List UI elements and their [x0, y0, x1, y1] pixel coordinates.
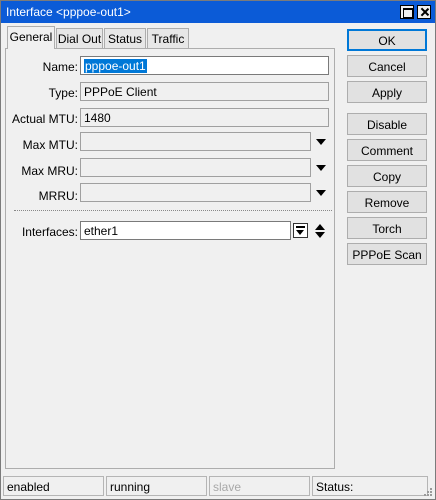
window-title: Interface <pppoe-out1> — [6, 5, 131, 19]
comment-button-label: Comment — [360, 144, 413, 158]
interfaces-add-remove[interactable] — [315, 223, 325, 239]
max-mtu-label: Max MTU: — [22, 138, 78, 152]
interfaces-value: ether1 — [84, 224, 119, 238]
status-running: running — [106, 476, 207, 496]
max-mru-label: Max MRU: — [21, 164, 78, 178]
mrru-dropdown-icon[interactable] — [316, 190, 326, 196]
tab-traffic-label: Traffic — [151, 32, 185, 46]
name-value: pppoe-out1 — [84, 59, 147, 73]
comment-button[interactable]: Comment — [347, 139, 427, 161]
actual-mtu-label: Actual MTU: — [11, 112, 78, 126]
name-field[interactable]: pppoe-out1 — [80, 56, 329, 75]
copy-button[interactable]: Copy — [347, 165, 427, 187]
mrru-label: MRRU: — [38, 189, 78, 203]
status-status: Status: — [312, 476, 428, 496]
tab-general[interactable]: General — [7, 26, 55, 49]
tab-traffic[interactable]: Traffic — [147, 28, 189, 48]
apply-button[interactable]: Apply — [347, 81, 427, 103]
remove-button[interactable]: Remove — [347, 191, 427, 213]
tab-dial-out-label: Dial Out — [57, 32, 102, 46]
torch-button[interactable]: Torch — [347, 217, 427, 239]
status-slave-text: slave — [213, 480, 242, 494]
general-panel: Name: pppoe-out1 Type: PPPoE Client Actu… — [5, 48, 335, 469]
disable-button-label: Disable — [366, 118, 408, 132]
apply-button-label: Apply — [371, 86, 403, 100]
status-bar: enabled running slave Status: — [3, 476, 433, 497]
cancel-button-label: Cancel — [368, 60, 406, 74]
mrru-field[interactable] — [80, 183, 311, 202]
tab-status[interactable]: Status — [104, 28, 146, 48]
actual-mtu-value: 1480 — [84, 111, 111, 125]
type-value: PPPoE Client — [84, 85, 157, 99]
max-mru-field[interactable] — [80, 158, 311, 177]
interfaces-field[interactable]: ether1 — [80, 221, 291, 240]
disable-button[interactable]: Disable — [347, 113, 427, 135]
tab-dial-out[interactable]: Dial Out — [56, 28, 103, 48]
ok-button-label: OK — [378, 34, 396, 48]
tab-status-label: Status — [107, 32, 143, 46]
resize-grip-icon[interactable] — [421, 485, 433, 497]
max-mtu-field[interactable] — [80, 132, 311, 151]
status-status-label: Status: — [316, 480, 354, 494]
separator — [14, 210, 332, 211]
max-mtu-dropdown-icon[interactable] — [316, 139, 326, 145]
type-label: Type: — [48, 86, 78, 100]
interface-dialog: Interface <pppoe-out1> General Dial Out … — [0, 0, 436, 500]
type-field: PPPoE Client — [80, 82, 329, 101]
cancel-button[interactable]: Cancel — [347, 55, 427, 77]
name-label: Name: — [42, 60, 78, 74]
pppoe-scan-button-label: PPPoE Scan — [352, 248, 422, 262]
tab-general-label: General — [9, 30, 53, 44]
close-icon[interactable] — [417, 5, 431, 19]
copy-button-label: Copy — [372, 170, 401, 184]
status-slave: slave — [209, 476, 310, 496]
title-bar[interactable]: Interface <pppoe-out1> — [1, 1, 435, 23]
remove-down-arrow-icon[interactable] — [315, 232, 325, 238]
max-mru-dropdown-icon[interactable] — [316, 165, 326, 171]
remove-button-label: Remove — [364, 196, 410, 210]
status-enabled: enabled — [3, 476, 104, 496]
status-enabled-text: enabled — [7, 480, 50, 494]
maximize-icon[interactable] — [400, 5, 414, 19]
add-up-arrow-icon[interactable] — [315, 224, 325, 230]
ok-button[interactable]: OK — [347, 29, 427, 51]
actual-mtu-field: 1480 — [80, 108, 329, 127]
status-running-text: running — [110, 480, 151, 494]
interfaces-label: Interfaces: — [21, 225, 78, 239]
torch-button-label: Torch — [372, 222, 402, 236]
interfaces-dropdown-icon[interactable] — [293, 223, 308, 238]
pppoe-scan-button[interactable]: PPPoE Scan — [347, 243, 427, 265]
